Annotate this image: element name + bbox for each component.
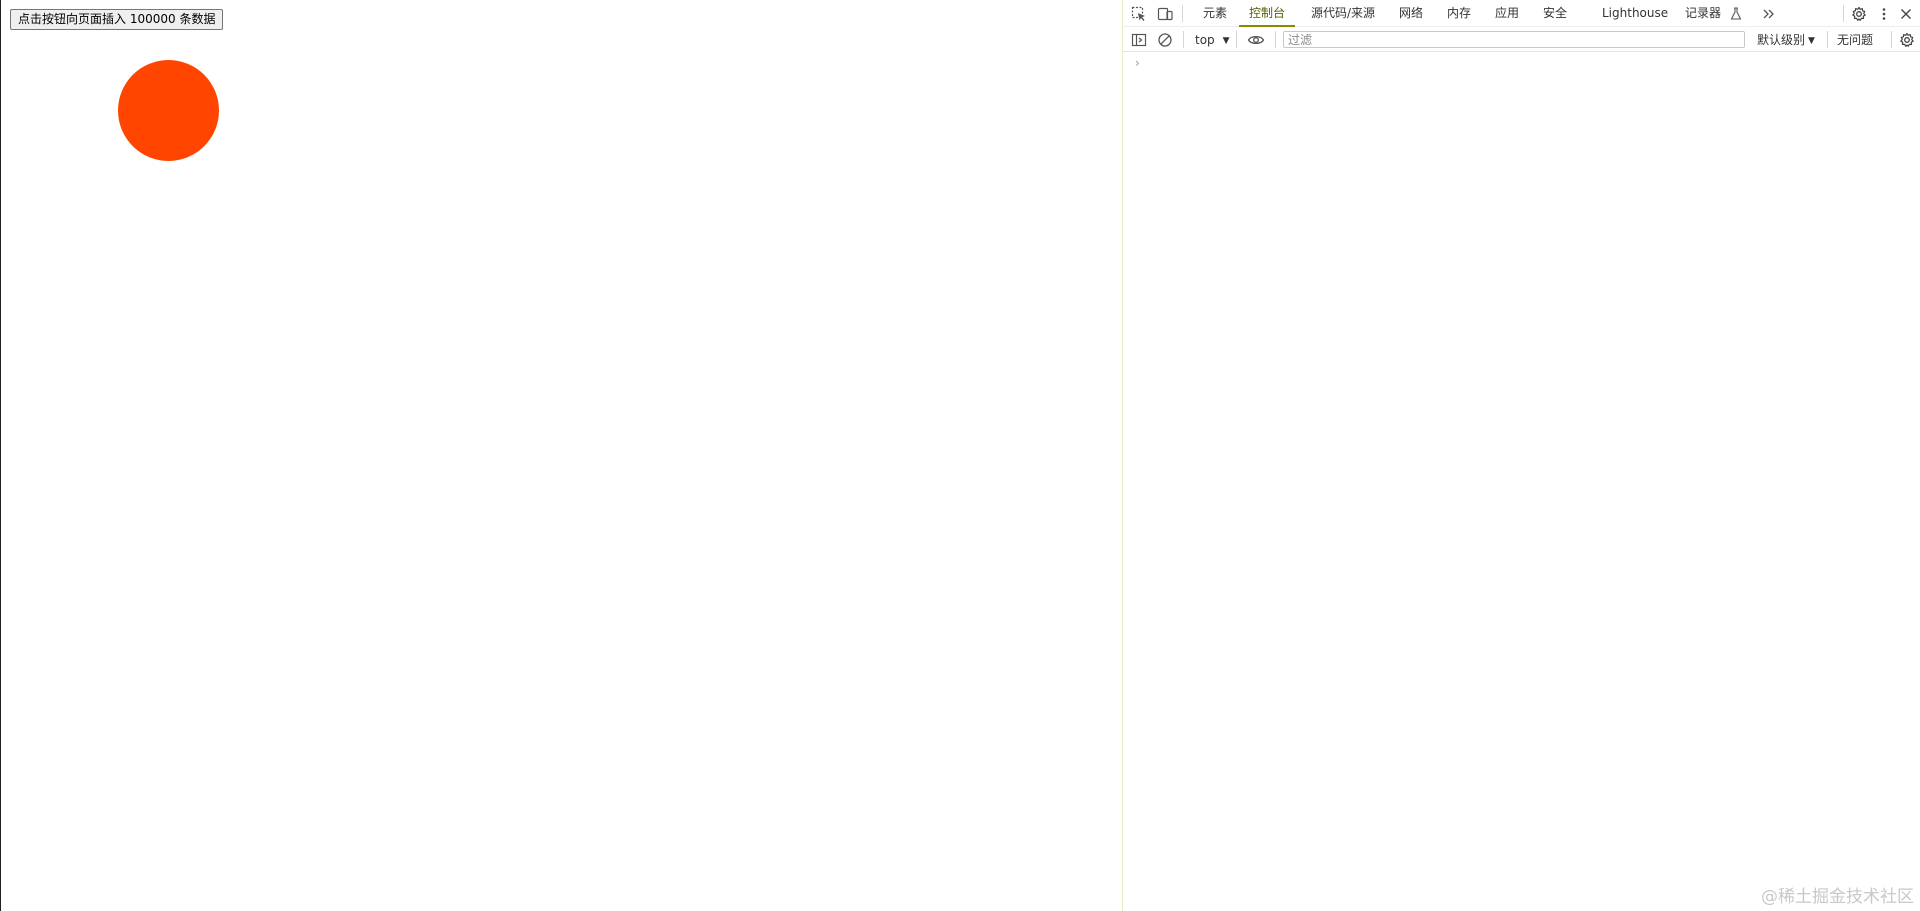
console-output[interactable]: › (1123, 53, 1920, 911)
console-settings-gear-icon[interactable] (1896, 29, 1918, 51)
tab-lighthouse[interactable]: Lighthouse (1602, 0, 1668, 27)
log-level-selector[interactable]: 默认级别 ▼ (1757, 31, 1815, 49)
tab-sources[interactable]: 源代码/来源 (1311, 0, 1375, 27)
log-level-value: 默认级别 (1757, 33, 1806, 47)
devtools-tabbar: 元素 控制台 源代码/来源 网络 内存 应用 安全 Lighthouse 记录器 (1123, 0, 1920, 27)
issues-counter[interactable]: 无问题 (1837, 31, 1873, 49)
separator (1891, 31, 1892, 48)
device-toolbar-icon[interactable] (1154, 3, 1176, 25)
inspect-element-icon[interactable] (1128, 3, 1150, 25)
console-prompt-chevron: › (1135, 56, 1140, 70)
live-expression-eye-icon[interactable] (1245, 29, 1267, 51)
tab-console[interactable]: 控制台 (1239, 0, 1296, 27)
tab-elements[interactable]: 元素 (1203, 0, 1227, 27)
context-value: top (1195, 33, 1215, 47)
web-page: 点击按钮向页面插入 100000 条数据 (0, 0, 1122, 911)
close-icon[interactable] (1895, 3, 1917, 25)
devtools-panel: 元素 控制台 源代码/来源 网络 内存 应用 安全 Lighthouse 记录器 (1122, 0, 1920, 911)
kebab-menu-icon[interactable] (1873, 3, 1895, 25)
settings-gear-icon[interactable] (1848, 3, 1870, 25)
separator (1275, 31, 1276, 48)
more-tabs-icon[interactable] (1758, 3, 1780, 25)
dropdown-arrow-icon: ▼ (1222, 36, 1230, 46)
sidebar-toggle-icon[interactable] (1128, 29, 1150, 51)
dropdown-arrow-icon: ▼ (1808, 36, 1815, 46)
separator (1827, 31, 1828, 48)
tab-security[interactable]: 安全 (1543, 0, 1567, 27)
watermark: @稀土掘金技术社区 (1761, 887, 1914, 907)
separator (1183, 31, 1184, 48)
tab-memory[interactable]: 内存 (1447, 0, 1471, 27)
flask-icon (1725, 3, 1747, 25)
separator (1182, 5, 1183, 22)
separator (1843, 5, 1844, 22)
separator (1236, 31, 1237, 48)
tab-network[interactable]: 网络 (1399, 0, 1423, 27)
tab-application[interactable]: 应用 (1495, 0, 1519, 27)
animated-ball (118, 60, 219, 161)
clear-console-icon[interactable] (1154, 29, 1176, 51)
insert-data-button[interactable]: 点击按钮向页面插入 100000 条数据 (10, 9, 224, 30)
tab-recorder[interactable]: 记录器 (1685, 0, 1721, 27)
console-toolbar: top▼ 默认级别▼ 无问题 (1123, 27, 1920, 52)
console-filter-input[interactable] (1283, 31, 1745, 48)
context-selector[interactable]: top ▼ (1195, 31, 1230, 49)
